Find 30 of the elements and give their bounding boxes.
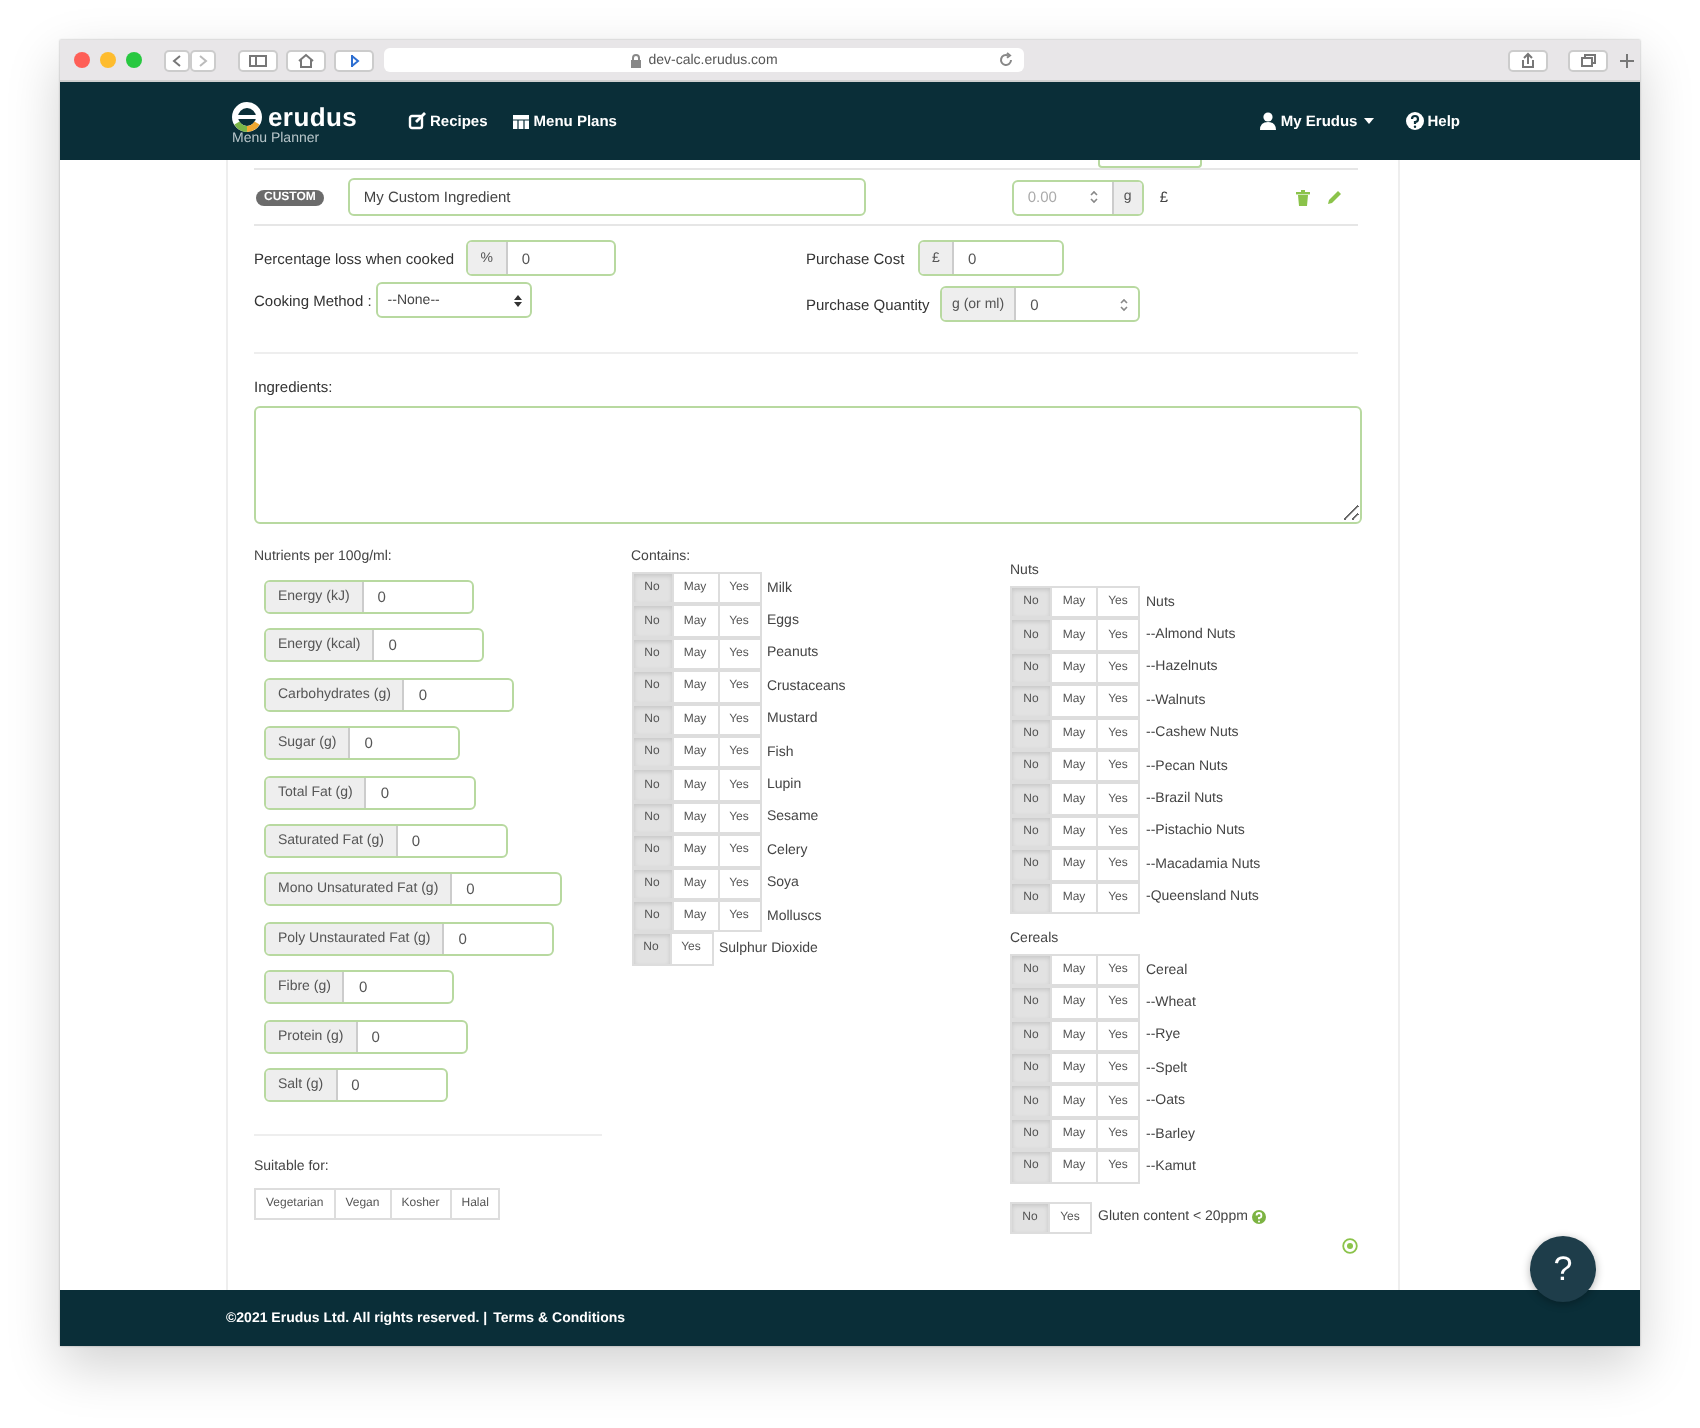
back-icon[interactable] — [164, 49, 190, 71]
help-button[interactable]: ? — [1530, 1236, 1596, 1302]
reload-icon[interactable] — [998, 52, 1014, 68]
extension-icon[interactable] — [334, 49, 374, 71]
sidebar-icon[interactable] — [238, 49, 278, 71]
spinner-icon — [1089, 190, 1098, 204]
select-arrows-icon — [513, 293, 522, 307]
share-icon[interactable] — [1508, 49, 1548, 71]
spinner-icon — [1120, 297, 1129, 311]
question-icon[interactable] — [1251, 1210, 1266, 1225]
help-icon — [1405, 112, 1424, 130]
user-icon — [1260, 112, 1277, 130]
minimize-icon[interactable] — [100, 52, 116, 68]
caret-icon — [1363, 118, 1374, 124]
calendar-icon — [511, 112, 530, 130]
lock-icon — [630, 53, 643, 67]
ingredients-textarea[interactable] — [254, 406, 1362, 524]
brand-name: erudus — [268, 102, 358, 132]
logo-icon — [232, 102, 262, 132]
home-icon[interactable] — [286, 49, 326, 71]
tabs-icon[interactable] — [1568, 49, 1608, 71]
zoom-icon[interactable] — [126, 52, 142, 68]
forward-icon[interactable] — [190, 49, 216, 71]
field-edge — [1098, 160, 1202, 168]
edit-icon — [408, 112, 426, 130]
pencil-icon[interactable] — [1326, 189, 1342, 205]
close-icon[interactable] — [74, 52, 90, 68]
circle-icon[interactable] — [1342, 1238, 1358, 1255]
new-tab-icon[interactable] — [1616, 49, 1638, 71]
trash-icon[interactable] — [1296, 189, 1310, 205]
